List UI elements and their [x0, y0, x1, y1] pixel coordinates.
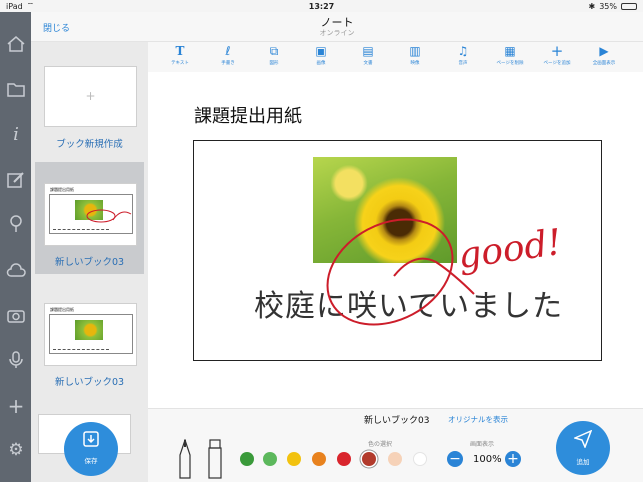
settings-gear-icon[interactable]: ⚙ — [6, 440, 26, 460]
sidebar-item-book-2[interactable]: 課題提出用紙 新しいブック03 — [35, 282, 144, 394]
color-swatch-orange[interactable] — [312, 452, 326, 466]
save-label: 保存 — [84, 457, 98, 465]
color-swatch-brown-selected[interactable] — [362, 452, 376, 466]
fullscreen-button[interactable]: ▶ 全画面表示 — [582, 42, 626, 72]
new-book-label: ブック新規作成 — [56, 139, 123, 150]
handwriting-tool-button[interactable]: ℓ 手書き — [206, 42, 250, 72]
plus-icon[interactable]: + — [6, 394, 26, 418]
shape-icon: ⧉ — [269, 44, 279, 58]
pencil-icon — [179, 438, 191, 479]
play-icon: ▶ — [599, 44, 609, 58]
text-icon: T — [175, 44, 185, 58]
zoom-in-button[interactable]: + — [505, 451, 521, 467]
camera-icon[interactable] — [6, 305, 26, 325]
status-bar: iPad ⌔ 13:27 ✱ 35% — [0, 0, 643, 12]
trash-icon: ▦ — [504, 44, 516, 58]
color-swatch-yellow[interactable] — [287, 452, 301, 466]
note-paper[interactable]: 校庭に咲いていました good! — [193, 140, 602, 361]
sidebar-item-book-1[interactable]: 課題提出用紙 新しいブック03 — [35, 162, 144, 274]
thumb-red-annotation — [86, 209, 132, 223]
thumb-handwriting — [53, 344, 109, 350]
video-icon: ▥ — [409, 44, 421, 58]
thumb-title: 課題提出用紙 — [50, 307, 74, 312]
info-icon[interactable]: i — [6, 124, 26, 145]
tool-label: ページを追加 — [543, 61, 571, 66]
new-book-item[interactable]: + ブック新規作成 — [35, 42, 144, 154]
plus-icon: + — [550, 42, 564, 60]
edit-icon[interactable] — [6, 170, 26, 190]
save-button[interactable]: 保存 — [64, 422, 118, 476]
document-tool-button[interactable]: ▤ 文書 — [346, 42, 390, 72]
show-original-link[interactable]: オリジナルを表示 — [448, 414, 508, 425]
audio-icon: ♫ — [457, 44, 469, 58]
bluetooth-icon: ✱ — [588, 1, 596, 11]
audio-tool-button[interactable]: ♫ 音声 — [441, 42, 485, 72]
video-tool-button[interactable]: ▥ 映像 — [393, 42, 437, 72]
online-status: オンライン — [319, 29, 355, 37]
pen-tool[interactable] — [178, 438, 192, 479]
color-swatch-peach[interactable] — [388, 452, 402, 466]
color-swatch-darkgreen[interactable] — [240, 452, 254, 466]
battery-icon — [621, 2, 637, 10]
sidebar-item-label: 新しいブック03 — [54, 257, 125, 268]
folder-icon[interactable] — [6, 79, 26, 99]
image-tool-button[interactable]: ▣ 画像 — [299, 42, 343, 72]
thumb-photo — [75, 320, 103, 340]
add-button[interactable]: 追加 — [556, 421, 610, 475]
thumb-title: 課題提出用紙 — [50, 187, 74, 192]
add-page-button[interactable]: + ページを追加 — [535, 42, 579, 72]
tool-label: ページを削除 — [496, 61, 524, 66]
new-book-card[interactable]: + — [44, 66, 137, 127]
tool-label: 音声 — [458, 61, 468, 66]
zoom-label: 画面表示 — [470, 441, 495, 448]
note-page-title: 課題提出用紙 — [194, 106, 302, 127]
header-bar: 閉じる ノート オンライン — [31, 12, 643, 42]
color-swatch-red[interactable] — [337, 452, 351, 466]
marker-icon — [208, 439, 222, 479]
download-icon — [64, 431, 118, 452]
color-swatch-white[interactable] — [413, 452, 427, 466]
pen-icon: ℓ — [225, 44, 231, 58]
book-name: 新しいブック03 — [364, 416, 430, 426]
document-icon: ▤ — [362, 44, 374, 58]
clock: 13:27 — [308, 1, 335, 11]
book-thumbnail[interactable]: 課題提出用紙 — [44, 303, 137, 366]
send-icon — [556, 429, 610, 453]
search-icon[interactable] — [6, 214, 26, 234]
tool-label: 文書 — [363, 61, 373, 66]
tool-label: テキスト — [171, 61, 189, 66]
tool-label: 図形 — [269, 61, 279, 66]
plus-icon: + — [85, 89, 96, 103]
microphone-icon[interactable] — [6, 350, 26, 370]
home-icon[interactable] — [6, 34, 26, 54]
tool-label: 画像 — [316, 61, 326, 66]
color-swatch-green[interactable] — [263, 452, 277, 466]
image-icon: ▣ — [315, 44, 327, 58]
toolbar: T テキスト ℓ 手書き ⧉ 図形 ▣ 画像 ▤ 文書 ▥ 映像 ♫ 音声 ▦ ページを削除 +… — [148, 42, 643, 72]
sidebar-item-label: 新しいブック03 — [54, 377, 125, 388]
delete-page-button[interactable]: ▦ ページを削除 — [488, 42, 532, 72]
zoom-value: 100% — [473, 454, 502, 465]
text-tool-button[interactable]: T テキスト — [158, 42, 202, 72]
page-sidebar: + ブック新規作成 課題提出用紙 新しいブック03 課題提出用紙 新しいブック0… — [31, 42, 148, 482]
color-picker-label: 色の選択 — [368, 441, 393, 448]
marker-tool[interactable] — [208, 439, 222, 479]
add-label: 追加 — [576, 458, 590, 466]
red-ink-circle — [326, 218, 475, 326]
tool-label: 映像 — [410, 61, 420, 66]
battery-percent: 35% — [599, 1, 617, 11]
tool-label: 手書き — [221, 61, 235, 66]
tool-label: 全画面表示 — [592, 61, 616, 66]
bottom-bar: 新しいブック03 オリジナルを表示 色の選択 画面表示 − 100% + 追加 — [148, 408, 643, 482]
left-rail: i + ⚙ — [0, 12, 31, 482]
zoom-out-button[interactable]: − — [447, 451, 463, 467]
book-thumbnail[interactable]: 課題提出用紙 — [44, 183, 137, 246]
shape-tool-button[interactable]: ⧉ 図形 — [252, 42, 296, 72]
cloud-icon[interactable] — [6, 260, 26, 280]
note-canvas[interactable]: 課題提出用紙 校庭に咲いていました good! — [148, 72, 643, 408]
